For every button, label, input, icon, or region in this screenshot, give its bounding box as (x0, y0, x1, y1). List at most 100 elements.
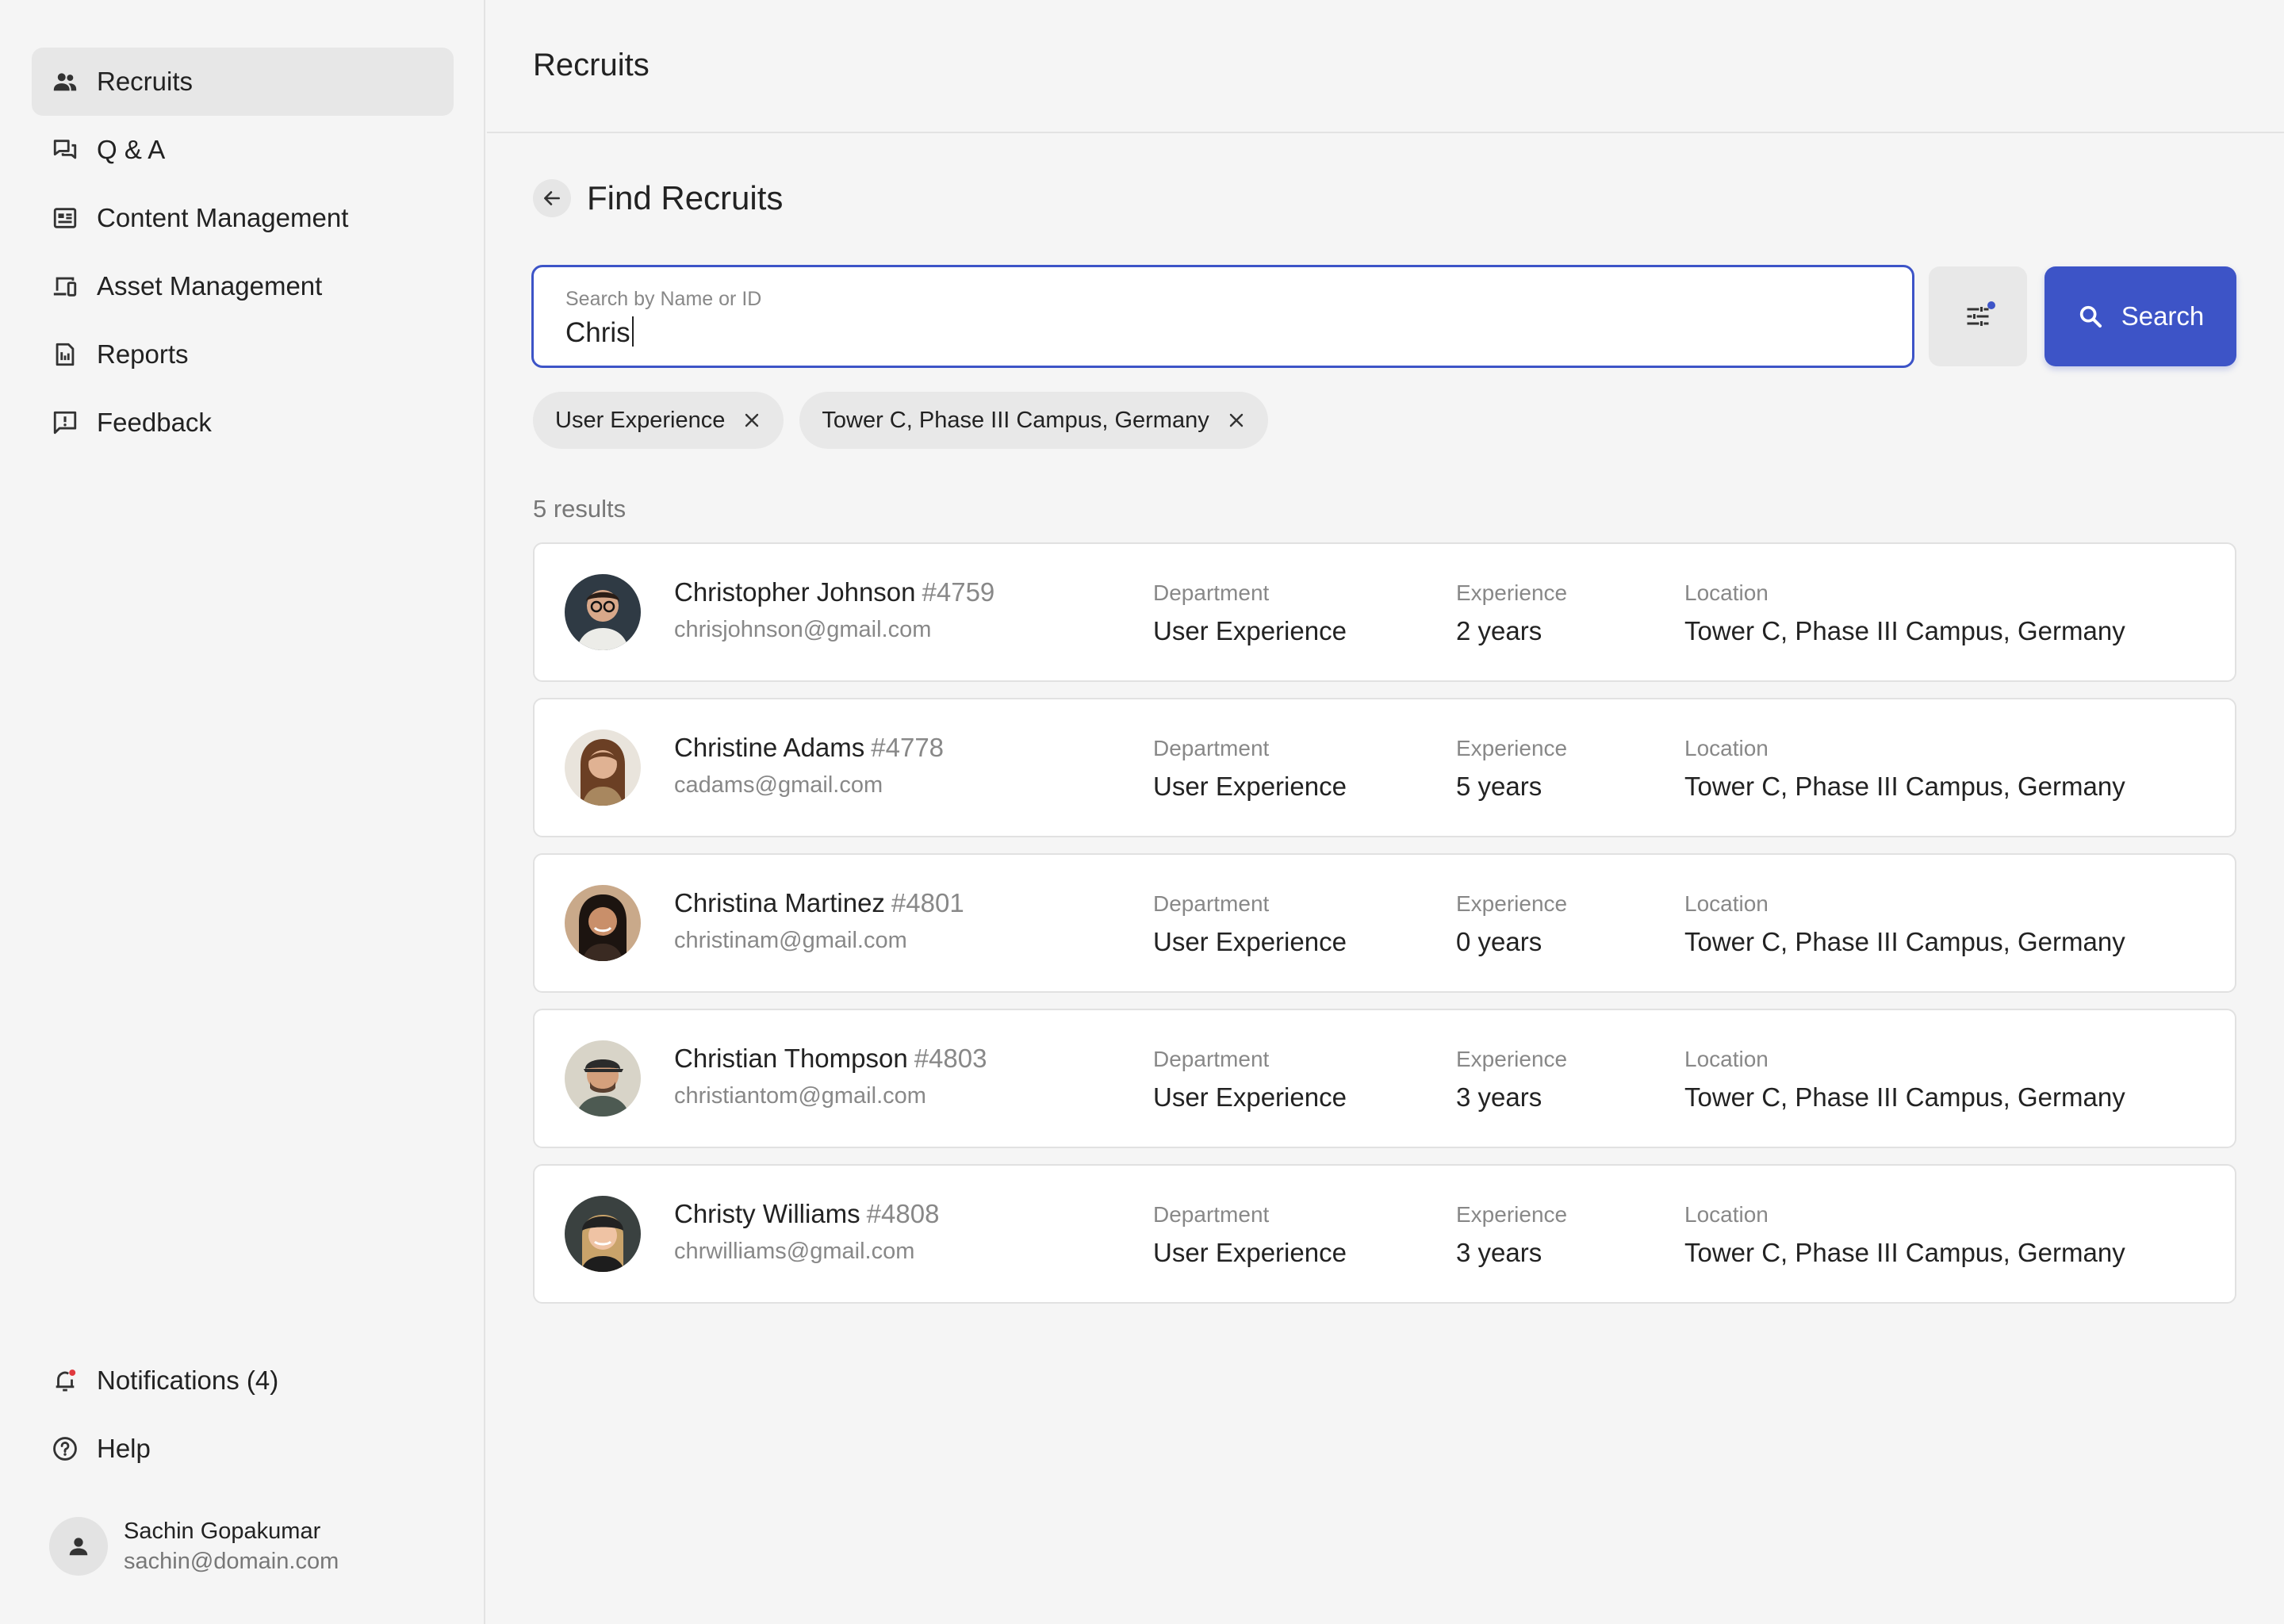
sidebar-nav: Recruits Q & A Content Management Asset … (32, 48, 454, 457)
recruit-email: chrisjohnson@gmail.com (674, 617, 932, 642)
list-item[interactable]: Christina Martinez #4801 christinam@gmail… (533, 853, 2236, 993)
recruit-email: christiantom@gmail.com (674, 1083, 926, 1109)
location-label: Location (1684, 1047, 1769, 1071)
experience-value: 0 years (1456, 927, 1542, 956)
sidebar-item-qa[interactable]: Q & A (32, 116, 454, 184)
department-value: User Experience (1153, 772, 1347, 801)
search-input-value[interactable]: Chris (565, 316, 634, 349)
list-item[interactable]: Christine Adams #4778 cadams@gmail.com De… (533, 698, 2236, 837)
sidebar-item-label: Notifications (4) (97, 1365, 279, 1395)
experience-label: Experience (1456, 1202, 1568, 1227)
page-title: Find Recruits (587, 179, 784, 216)
sidebar-item-asset-management[interactable]: Asset Management (32, 252, 454, 320)
back-button[interactable] (533, 179, 571, 217)
help-icon (51, 1434, 79, 1463)
report-icon (51, 340, 79, 369)
location-label: Location (1684, 891, 1769, 916)
forum-icon (51, 136, 79, 164)
sidebar-bottom-nav: Notifications (4) Help (32, 1346, 454, 1483)
header-title: Recruits (533, 48, 650, 82)
filter-chip: Tower C, Phase III Campus, Germany (799, 392, 1268, 449)
experience-value: 3 years (1456, 1082, 1542, 1112)
filter-chips: User Experience Tower C, Phase III Campu… (533, 392, 1284, 449)
department-value: User Experience (1153, 1082, 1347, 1112)
recruit-email: cadams@gmail.com (674, 772, 883, 798)
location-value: Tower C, Phase III Campus, Germany (1684, 772, 2125, 801)
location-value: Tower C, Phase III Campus, Germany (1684, 927, 2125, 956)
recruit-name: Christy Williams #4808 (674, 1199, 940, 1228)
recruit-id: #4778 (871, 733, 945, 762)
sidebar: Recruits Q & A Content Management Asset … (0, 0, 485, 1624)
recruit-id: #4759 (922, 577, 995, 607)
sidebar-item-feedback[interactable]: Feedback (32, 389, 454, 457)
location-label: Location (1684, 736, 1769, 760)
search-button[interactable]: Search (2044, 266, 2236, 366)
filter-chip-label: User Experience (555, 407, 726, 433)
experience-value: 5 years (1456, 772, 1542, 801)
sidebar-item-content-management[interactable]: Content Management (32, 184, 454, 252)
recruit-id: #4803 (914, 1044, 987, 1073)
list-item[interactable]: Christy Williams #4808 chrwilliams@gmail.… (533, 1164, 2236, 1304)
sidebar-item-recruits[interactable]: Recruits (32, 48, 454, 116)
filter-chip-label: Tower C, Phase III Campus, Germany (822, 407, 1209, 433)
bell-icon (51, 1366, 79, 1395)
recruit-email: christinam@gmail.com (674, 928, 907, 953)
location-value: Tower C, Phase III Campus, Germany (1684, 1238, 2125, 1267)
experience-label: Experience (1456, 580, 1568, 605)
department-value: User Experience (1153, 616, 1347, 645)
search-button-label: Search (2121, 301, 2205, 331)
devices-icon (51, 272, 79, 301)
department-label: Department (1153, 891, 1270, 916)
experience-value: 3 years (1456, 1238, 1542, 1267)
sidebar-item-label: Reports (97, 339, 189, 369)
list-item[interactable]: Christopher Johnson #4759 chrisjohnson@gm… (533, 542, 2236, 682)
recruit-name: Christine Adams #4778 (674, 733, 945, 762)
location-value: Tower C, Phase III Campus, Germany (1684, 1082, 2125, 1112)
avatar (565, 885, 641, 961)
experience-label: Experience (1456, 736, 1568, 760)
arrow-back-icon (544, 191, 560, 205)
department-label: Department (1153, 580, 1270, 605)
sidebar-item-reports[interactable]: Reports (32, 320, 454, 389)
text-caret (631, 316, 634, 347)
sidebar-item-label: Recruits (97, 67, 194, 96)
top-bar: Recruits (487, 0, 2284, 133)
user-profile[interactable]: Sachin Gopakumar sachin@domain.com (49, 1516, 339, 1576)
search-input[interactable]: Search by Name or ID Chris (531, 265, 1914, 368)
article-icon (51, 204, 79, 232)
search-icon (2079, 305, 2102, 328)
recruit-id: #4801 (891, 888, 964, 917)
results-list: Christopher Johnson #4759 chrisjohnson@gm… (533, 542, 2236, 1320)
location-value: Tower C, Phase III Campus, Germany (1684, 616, 2125, 645)
avatar (565, 1040, 641, 1116)
sidebar-item-notifications[interactable]: Notifications (4) (32, 1346, 454, 1415)
avatar (565, 1196, 641, 1272)
filter-chip: User Experience (533, 392, 784, 449)
user-email: sachin@domain.com (124, 1549, 339, 1574)
results-count: 5 results (533, 495, 627, 523)
search-input-label: Search by Name or ID (565, 288, 762, 310)
sidebar-item-label: Asset Management (97, 271, 323, 301)
recruit-email: chrwilliams@gmail.com (674, 1239, 915, 1264)
sidebar-item-label: Content Management (97, 203, 349, 232)
person-icon (69, 1538, 88, 1556)
department-label: Department (1153, 1202, 1270, 1227)
close-icon[interactable] (742, 411, 761, 430)
location-label: Location (1684, 1202, 1769, 1227)
user-name: Sachin Gopakumar (124, 1519, 321, 1544)
department-value: User Experience (1153, 927, 1347, 956)
sidebar-item-help[interactable]: Help (32, 1415, 454, 1483)
recruit-id: #4808 (866, 1199, 940, 1228)
filter-button[interactable] (1929, 266, 2027, 366)
location-label: Location (1684, 580, 1769, 605)
list-item[interactable]: Christian Thompson #4803 christiantom@gma… (533, 1009, 2236, 1148)
experience-label: Experience (1456, 1047, 1568, 1071)
feedback-icon (51, 408, 79, 437)
department-value: User Experience (1153, 1238, 1347, 1267)
department-label: Department (1153, 1047, 1270, 1071)
close-icon[interactable] (1227, 411, 1246, 430)
sidebar-item-label: Feedback (97, 408, 212, 437)
sidebar-item-label: Q & A (97, 135, 166, 164)
experience-label: Experience (1456, 891, 1568, 916)
avatar (565, 574, 641, 650)
